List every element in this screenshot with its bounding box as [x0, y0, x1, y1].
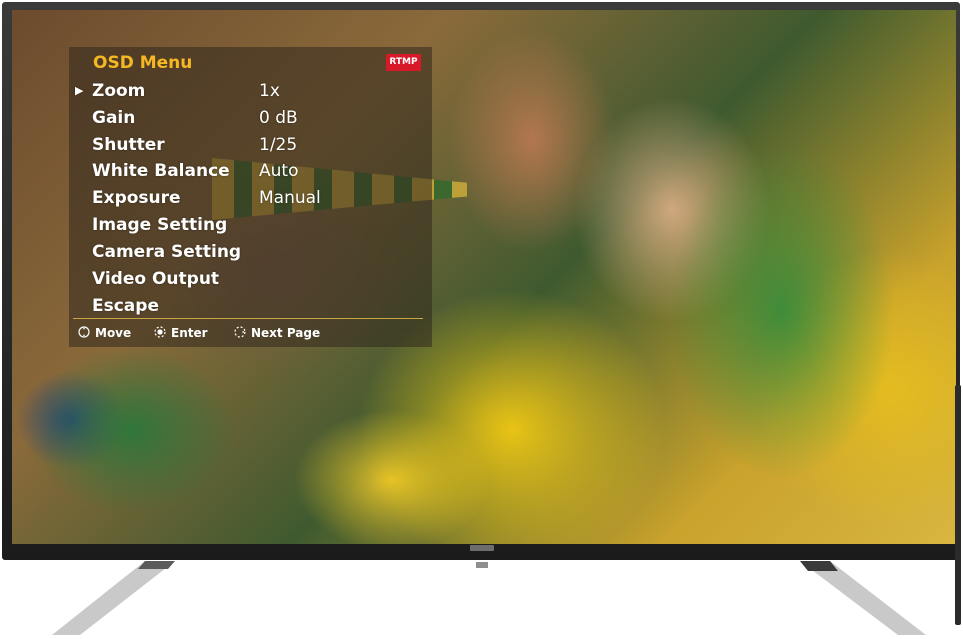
menu-item-value: 1x	[259, 81, 280, 101]
osd-divider	[73, 318, 423, 319]
right-stand-leg	[800, 561, 926, 635]
osd-menu-panel: OSD Menu RTMP ▶ Zoom 1x Gain 0 dB Shutte…	[69, 47, 432, 347]
tv-display: OSD Menu RTMP ▶ Zoom 1x Gain 0 dB Shutte…	[0, 0, 963, 636]
rtmp-badge: RTMP	[386, 54, 421, 71]
menu-item-label: Shutter	[92, 135, 165, 155]
menu-item-label: White Balance	[92, 161, 230, 181]
hint-move: Move	[78, 325, 131, 341]
menu-item-value: 1/25	[259, 135, 298, 155]
tv-bezel: OSD Menu RTMP ▶ Zoom 1x Gain 0 dB Shutte…	[2, 2, 960, 560]
menu-item-label: Camera Setting	[92, 242, 242, 262]
camera-video-feed: OSD Menu RTMP ▶ Zoom 1x Gain 0 dB Shutte…	[12, 10, 956, 544]
dpad-right-icon	[234, 326, 246, 338]
menu-item-zoom[interactable]: ▶ Zoom 1x	[69, 78, 432, 104]
hint-move-label: Move	[95, 326, 132, 340]
menu-item-escape[interactable]: Escape	[69, 293, 432, 319]
menu-item-label: Zoom	[92, 81, 146, 101]
hint-next-page-label: Next Page	[251, 326, 321, 340]
hint-enter: Enter	[154, 325, 208, 341]
menu-item-exposure[interactable]: Exposure Manual	[69, 185, 432, 211]
menu-item-image-setting[interactable]: Image Setting	[69, 212, 432, 238]
menu-item-value: Manual	[259, 188, 321, 208]
menu-item-value: Auto	[259, 161, 299, 181]
menu-item-label: Exposure	[92, 188, 181, 208]
menu-item-label: Gain	[92, 108, 136, 128]
menu-item-video-output[interactable]: Video Output	[69, 266, 432, 292]
menu-item-shutter[interactable]: Shutter 1/25	[69, 132, 432, 158]
ir-sensor	[476, 562, 488, 568]
dpad-icon	[78, 326, 90, 338]
menu-item-gain[interactable]: Gain 0 dB	[69, 105, 432, 131]
hint-enter-label: Enter	[171, 326, 208, 340]
tv-logo	[470, 545, 494, 551]
left-stand-leg	[52, 561, 175, 635]
menu-item-value: 0 dB	[259, 108, 298, 128]
menu-item-label: Video Output	[92, 269, 220, 289]
enter-dot-icon	[154, 326, 166, 338]
menu-item-label: Escape	[92, 296, 159, 316]
side-cable	[955, 385, 961, 625]
menu-cursor-icon: ▶	[75, 84, 84, 97]
hint-next-page: Next Page	[234, 325, 320, 341]
osd-menu-title: OSD Menu	[93, 53, 193, 73]
menu-item-camera-setting[interactable]: Camera Setting	[69, 239, 432, 265]
menu-item-white-balance[interactable]: White Balance Auto	[69, 158, 432, 184]
menu-item-label: Image Setting	[92, 215, 228, 235]
